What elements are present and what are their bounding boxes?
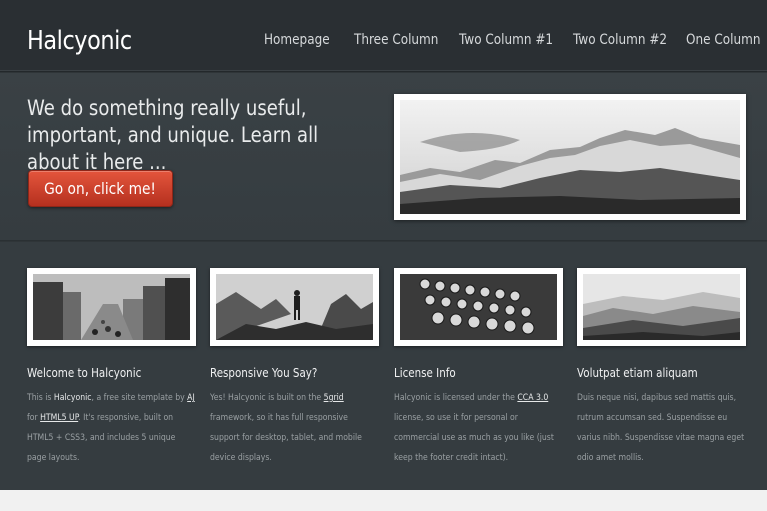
nav-three-column[interactable]: Three Column	[354, 32, 438, 48]
hills-landscape-photo	[577, 268, 746, 346]
nav-two-column-2[interactable]: Two Column #2	[573, 32, 667, 48]
feature-card: Volutpat etiam aliquam Duis neque nisi, …	[577, 268, 746, 468]
typewriter-photo	[394, 268, 563, 346]
text-span: Duis neque nisi, dapibus sed mattis quis…	[577, 393, 745, 463]
cta-button-label: Go on, click me!	[44, 179, 157, 198]
link-5grid[interactable]: 5grid	[324, 393, 344, 403]
feature-card: Welcome to Halcyonic This is Halcyonic, …	[27, 268, 196, 468]
site-header: Halcyonic Homepage Three Column Two Colu…	[0, 0, 767, 72]
text-span: Halcyonic is licensed under the	[394, 393, 518, 403]
feature-title: Welcome to Halcyonic	[27, 366, 142, 380]
hills-image	[583, 274, 740, 340]
strong-text: Halcyonic	[53, 393, 92, 403]
feature-title: Volutpat etiam aliquam	[577, 366, 698, 380]
feature-card: Responsive You Say? Yes! Halcyonic is bu…	[210, 268, 379, 468]
text-span: framework, so it has full responsive sup…	[210, 413, 362, 463]
feature-title: License Info	[394, 366, 456, 380]
main-nav: Homepage Three Column Two Column #1 Two …	[0, 32, 767, 52]
link-html5up[interactable]: HTML5 UP	[40, 413, 78, 423]
link-aj[interactable]: AJ	[187, 393, 195, 403]
banner-headline: We do something really useful, important…	[27, 96, 319, 174]
text-span: Yes! Halcyonic is built on the	[210, 393, 324, 403]
city-image	[33, 274, 190, 340]
feature-text: This is Halcyonic, a free site template …	[27, 388, 196, 468]
text-span: for	[27, 413, 41, 423]
feature-text: Yes! Halcyonic is built on the 5grid fra…	[210, 388, 379, 468]
hiker-image	[216, 274, 373, 340]
banner: We do something really useful, important…	[0, 73, 767, 241]
text-span: license, so use it for personal or comme…	[394, 413, 554, 463]
mountain-panorama-photo	[394, 94, 746, 220]
text-span: , a free site template by	[91, 393, 188, 403]
city-street-photo	[27, 268, 196, 346]
link-cca[interactable]: CCA 3.0	[517, 393, 548, 403]
typewriter-image	[400, 274, 557, 340]
text-span: This is	[27, 393, 54, 403]
feature-title: Responsive You Say?	[210, 366, 318, 380]
features-section: Welcome to Halcyonic This is Halcyonic, …	[0, 242, 767, 490]
nav-one-column[interactable]: One Column	[686, 32, 760, 48]
feature-text: Duis neque nisi, dapibus sed mattis quis…	[577, 388, 746, 468]
cta-button[interactable]: Go on, click me!	[28, 170, 173, 207]
nav-homepage[interactable]: Homepage	[264, 32, 330, 48]
footer-strip	[0, 490, 767, 511]
nav-two-column-1[interactable]: Two Column #1	[459, 32, 553, 48]
mountain-image	[400, 100, 740, 214]
feature-text: Halcyonic is licensed under the CCA 3.0 …	[394, 388, 563, 468]
hiker-photo	[210, 268, 379, 346]
feature-card: License Info Halcyonic is licensed under…	[394, 268, 563, 468]
